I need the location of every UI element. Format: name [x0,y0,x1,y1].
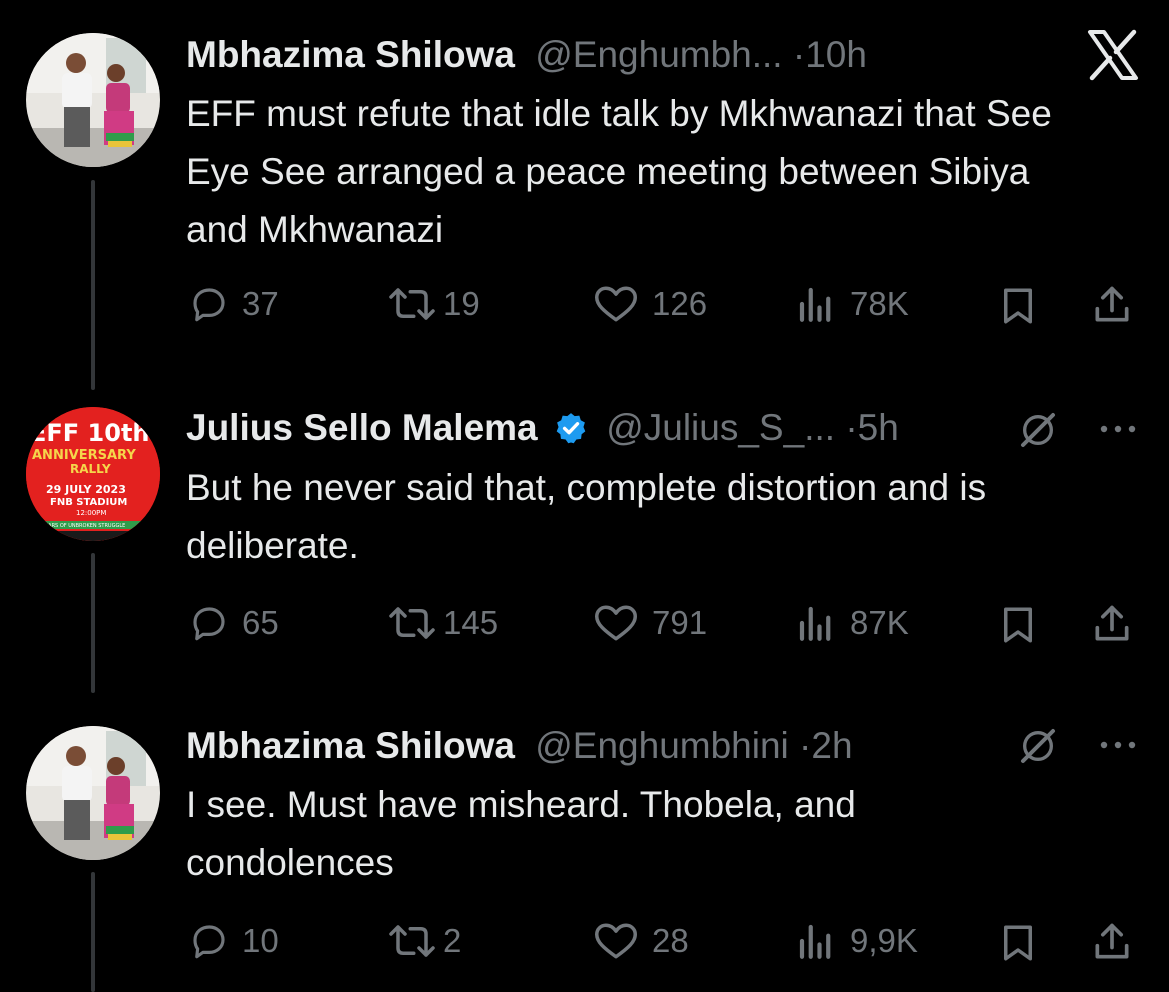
author-name[interactable]: Mbhazima Shilowa [186,34,515,75]
retweet-count: 145 [443,604,499,641]
bookmark-button[interactable] [998,922,1038,969]
share-icon [1095,286,1129,322]
tweet-text: EFF must refute that idle talk by Mkhwan… [186,93,1052,250]
verified-badge-icon [556,413,586,444]
thread-line [91,553,95,693]
views-button[interactable]: 9,9K [796,920,918,962]
reply-icon [193,288,225,322]
retweet-button[interactable]: 19 [385,283,480,325]
reply-button[interactable]: 10 [188,920,279,962]
separator-dot: · [799,725,812,766]
avatar-line4: 29 JULY 2023 [46,483,126,496]
reply-count: 10 [242,922,279,959]
bookmark-icon [1004,607,1032,643]
reply-button[interactable]: 65 [188,602,279,644]
avatar[interactable] [26,726,160,860]
views-icon [799,606,831,641]
tweet[interactable]: Mbhazima Shilowa @Enghumbhini ·2h I see.… [0,700,1169,992]
share-button[interactable] [1090,602,1134,651]
share-button[interactable] [1090,283,1134,332]
retweet-icon [389,607,435,639]
views-icon [799,924,831,959]
author-handle[interactable]: @Julius_S_... [606,407,835,448]
tweet-text: But he never said that, complete distort… [186,467,987,566]
eff-anniversary-logo-icon: EFF 10th ANNIVERSARY RALLY 29 JULY 2023 … [26,407,160,541]
like-count: 28 [652,922,689,959]
avatar[interactable] [26,33,160,167]
avatar-photo-icon [26,33,160,167]
reply-icon [193,925,225,959]
retweet-count: 2 [443,922,462,959]
retweet-count: 19 [443,285,480,322]
more-options-icon[interactable] [1096,738,1140,752]
views-count: 87K [850,604,909,641]
reply-button[interactable]: 37 [188,283,279,325]
views-count: 9,9K [850,922,918,959]
bookmark-icon [1004,288,1032,324]
separator-dot: · [792,34,806,75]
like-count: 791 [652,604,708,641]
avatar-line5: FNB STADIUM [50,497,127,508]
tweet-header: Mbhazima Shilowa @Enghumbhini ·2h [186,724,853,768]
heart-icon [595,286,637,322]
reply-icon [193,607,225,641]
tweet-header: Mbhazima Shilowa @Enghumbh... ·10h [186,33,867,77]
share-button[interactable] [1090,920,1134,969]
views-count: 78K [850,285,909,322]
heart-icon [595,923,637,959]
bookmark-icon [1004,925,1032,961]
views-button[interactable]: 78K [796,283,909,325]
grok-icon[interactable] [1018,726,1058,766]
avatar[interactable]: EFF 10th ANNIVERSARY RALLY 29 JULY 2023 … [26,407,160,541]
timestamp[interactable]: 5h [858,407,899,448]
avatar-line2: ANNIVERSARY [32,448,136,463]
tweet[interactable]: Mbhazima Shilowa @Enghumbh... ·10h EFF m… [0,0,1169,390]
grok-icon[interactable] [1018,410,1058,450]
share-icon [1095,605,1129,641]
more-options-icon[interactable] [1096,422,1140,436]
views-button[interactable]: 87K [796,602,909,644]
reply-count: 37 [242,285,279,322]
author-name[interactable]: Julius Sello Malema [186,407,538,448]
thread-line [91,872,95,992]
avatar-photo-icon [26,726,160,860]
tweet-header: Julius Sello Malema @Julius_S_... ·5h [186,406,899,450]
tweet-text: I see. Must have misheard. Thobela, and … [186,784,856,883]
avatar-line3: RALLY [70,462,111,476]
avatar-line7: 10 YEARS OF UNBROKEN STRUGGLE [34,523,125,529]
separator-dot: · [845,407,858,448]
author-name[interactable]: Mbhazima Shilowa [186,725,515,766]
bookmark-button[interactable] [998,285,1038,332]
avatar-line1: EFF 10th [30,419,150,447]
author-handle[interactable]: @Enghumbhini [535,725,789,766]
share-icon [1095,923,1129,959]
like-button[interactable]: 28 [592,920,689,962]
like-count: 126 [652,285,708,322]
like-button[interactable]: 791 [592,602,707,644]
retweet-button[interactable]: 2 [385,920,461,962]
bookmark-button[interactable] [998,604,1038,651]
views-icon [799,287,831,322]
retweet-icon [389,288,435,320]
retweet-icon [389,925,435,957]
retweet-button[interactable]: 145 [385,602,498,644]
thread-line [91,180,95,390]
timestamp[interactable]: 2h [811,725,852,766]
reply-count: 65 [242,604,279,641]
like-button[interactable]: 126 [592,283,707,325]
heart-icon [595,605,637,641]
author-handle[interactable]: @Enghumbh... [535,34,782,75]
timestamp[interactable]: 10h [805,34,867,75]
tweet[interactable]: EFF 10th ANNIVERSARY RALLY 29 JULY 2023 … [0,390,1169,700]
avatar-line6: 12:00PM [76,509,106,517]
